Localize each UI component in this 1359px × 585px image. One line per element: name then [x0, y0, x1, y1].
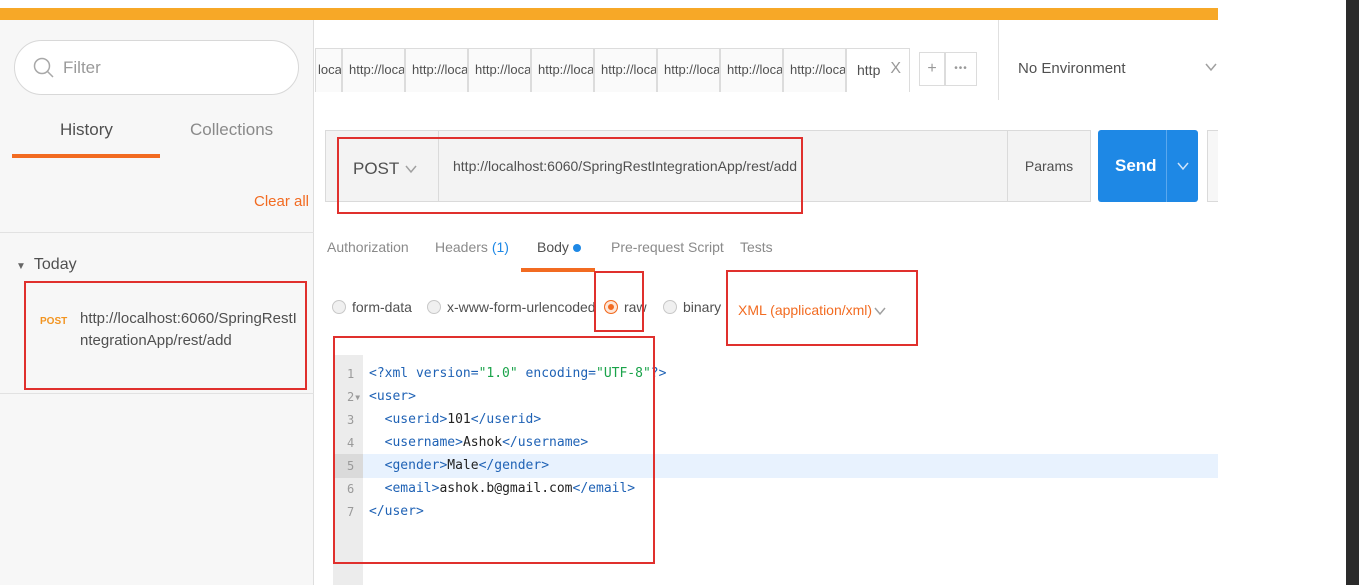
environment-label: No Environment — [1018, 60, 1126, 77]
more-tabs-button[interactable]: ••• — [945, 52, 977, 86]
group-label: Today — [33, 256, 77, 273]
annotation-box-content-type — [726, 270, 918, 346]
filter-box[interactable] — [14, 40, 299, 95]
annotation-box-history — [24, 281, 307, 390]
search-icon — [33, 57, 54, 78]
top-accent-bar — [0, 8, 1218, 20]
active-tab-indicator — [12, 154, 160, 158]
radio-form-data[interactable]: form-data — [332, 299, 412, 315]
request-tab[interactable]: http://loca — [468, 48, 531, 92]
history-group-today[interactable]: ▼ Today — [16, 256, 77, 274]
headers-count: (1) — [491, 239, 509, 255]
divider — [0, 232, 314, 233]
request-tab[interactable]: http://loca — [720, 48, 783, 92]
radio-circle — [427, 300, 441, 314]
clear-all-link[interactable]: Clear all — [254, 193, 309, 210]
request-tab[interactable]: http://loca — [783, 48, 846, 92]
window-edge — [1346, 0, 1359, 585]
send-label: Send — [1115, 156, 1157, 175]
filter-input[interactable] — [63, 54, 283, 82]
request-tab[interactable]: loca — [315, 48, 342, 92]
radio-circle — [332, 300, 346, 314]
radio-urlencoded[interactable]: x-www-form-urlencoded — [427, 299, 596, 315]
divider — [998, 20, 999, 100]
divider — [1166, 130, 1167, 202]
tab-tests[interactable]: Tests — [740, 239, 773, 255]
request-tab[interactable]: http://loca — [531, 48, 594, 92]
divider — [0, 393, 314, 394]
tab-collections[interactable]: Collections — [190, 120, 273, 140]
close-tab-icon[interactable]: X — [890, 60, 901, 78]
environment-select[interactable]: No Environment — [1006, 42, 1218, 98]
radio-circle — [663, 300, 677, 314]
chevron-down-icon — [1205, 63, 1217, 72]
annotation-box-body — [333, 336, 655, 564]
request-tab[interactable]: http://loca — [405, 48, 468, 92]
tab-history[interactable]: History — [60, 120, 113, 140]
params-button[interactable]: Params — [1007, 130, 1091, 202]
radio-binary[interactable]: binary — [663, 299, 721, 315]
body-active-dot — [572, 244, 581, 253]
annotation-box-url — [337, 137, 803, 214]
sidebar-tabs: History Collections — [0, 108, 314, 163]
tab-authorization[interactable]: Authorization — [327, 239, 409, 255]
add-tab-button[interactable]: + — [919, 52, 945, 86]
save-button[interactable] — [1207, 130, 1218, 202]
tab-headers[interactable]: Headers (1) — [435, 239, 509, 255]
annotation-box-raw — [594, 271, 644, 332]
request-tab[interactable]: http://loca — [342, 48, 405, 92]
request-tab[interactable]: http://loca — [657, 48, 720, 92]
request-tab[interactable]: http://loca — [594, 48, 657, 92]
tab-body[interactable]: Body — [537, 239, 581, 255]
request-tab-active[interactable]: http X — [846, 48, 910, 92]
collapse-caret-icon: ▼ — [16, 261, 26, 272]
send-button[interactable]: Send — [1098, 130, 1198, 202]
chevron-down-icon[interactable] — [1176, 160, 1190, 172]
tab-prerequest-script[interactable]: Pre-request Script — [611, 239, 724, 255]
active-subtab-indicator — [521, 268, 595, 272]
